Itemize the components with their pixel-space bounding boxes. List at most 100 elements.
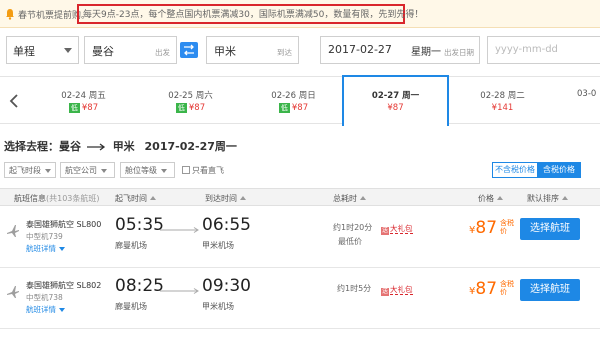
date-tab-0227-selected[interactable]: 02-27 周一 ¥87 [342,75,449,126]
date-tab-0301[interactable]: 03-0 [555,77,600,125]
flight-row: 泰国雄狮航空 SL800 中型机739 航班详情 05:35 廊曼机场 06:5… [0,208,600,268]
date-strip: 02-24 周五 低 ¥87 02-25 周六 低 ¥87 02-26 周日 低 ¥8… [0,75,600,126]
gift-icon: 送 [381,227,389,235]
sort-arrive-time[interactable]: 到达时间 [205,193,246,204]
from-city-value: 曼谷 [92,45,114,58]
low-price-badge: 低 [175,103,187,113]
from-city-input[interactable]: 曼谷 出发 [84,36,177,64]
arrow-right-icon [160,288,199,294]
flight-price: ¥87 [469,279,498,299]
chevron-down-icon [59,308,65,312]
date-label: 02-28 周二 [480,91,525,101]
sort-price[interactable]: 价格 [478,193,503,204]
col-flight-info: 航班信息(共103条航班) [14,194,100,203]
airline-name: 泰国雄狮航空 SL800 [26,220,102,229]
sort-up-icon [497,196,503,200]
low-price-badge: 低 [68,103,80,113]
sort-up-icon [360,196,366,200]
depart-time: 05:35 [115,215,164,235]
depart-date-value: 2017-02-27 [328,43,392,56]
filter-cabin[interactable]: 舱位等级 [120,162,175,178]
bell-icon [6,9,14,20]
depart-time: 08:25 [115,276,164,296]
flight-duration: 约1时5分 [337,284,372,293]
gift-pack-badge[interactable]: 送大礼包 [381,223,413,235]
sort-depart-time[interactable]: 起飞时间 [115,193,156,204]
select-flight-button[interactable]: 选择航班 [520,218,580,240]
date-tab-0228[interactable]: 02-28 周二 ¥141 [449,77,556,125]
flight-detail-link[interactable]: 航班详情 [26,243,65,254]
flight-table-header: 航班信息(共103条航班) 起飞时间 到达时间 总耗时 价格 默认排序 [0,188,600,206]
gift-pack-badge[interactable]: 送大礼包 [381,284,413,296]
date-price: ¥87 [291,103,309,113]
caret-down-icon [161,168,167,173]
tax-inclusive-label: 含税价 [500,280,514,296]
tax-exclusive-button[interactable]: 不含税价格 [493,163,537,177]
route-dest: 甲米 [112,140,135,153]
arrive-airport: 甲米机场 [202,302,234,311]
trip-type-value: 单程 [13,45,35,58]
notice-bar: 春节机票提前购。 每天9点-23点，每个整点国内机票满减30，国际机票满减50，… [0,0,600,28]
low-price-badge: 低 [278,103,290,113]
date-price: ¥87 [81,103,99,113]
caret-down-icon [45,168,51,173]
search-bar: 单程 曼谷 出发 甲米 到达 2017-02-27 星期一 出发日期 yyyy-… [0,36,600,66]
chevron-left-icon[interactable] [8,93,20,109]
flight-row: 泰国雄狮航空 SL802 中型机738 航班详情 08:25 廊曼机场 09:3… [0,269,600,329]
checkbox-icon [182,166,190,174]
chevron-down-icon [59,247,65,251]
flight-duration: 约1时20分 [333,223,373,232]
date-label: 02-27 周一 [371,91,420,101]
direct-only-checkbox[interactable]: 只看直飞 [182,165,224,176]
date-label: 02-24 周五 [61,91,106,101]
route-date: 2017-02-27周一 [144,140,237,153]
filter-airline[interactable]: 航空公司 [60,162,115,178]
from-hint: 出发 [155,48,170,57]
caret-down-icon [101,168,107,173]
date-label: 02-26 周日 [271,91,316,101]
sort-up-icon [240,196,246,200]
trip-type-select[interactable]: 单程 [6,36,79,64]
depart-airport: 廊曼机场 [115,241,147,250]
to-city-value: 甲米 [214,45,236,58]
sort-default[interactable]: 默认排序 [527,193,568,204]
filter-time[interactable]: 起飞时段 [4,162,56,178]
arrow-right-icon [86,143,105,151]
date-price: ¥87 [188,103,206,113]
sort-duration[interactable]: 总耗时 [333,193,366,204]
tax-inclusive-label: 含税价 [500,219,514,235]
arrow-right-icon [160,227,199,233]
aircraft-model: 中型机738 [26,293,63,302]
arrive-airport: 甲米机场 [202,241,234,250]
gift-icon: 送 [381,288,389,296]
return-date-placeholder: yyyy-mm-dd [495,44,558,55]
select-flight-button[interactable]: 选择航班 [520,279,580,301]
airline-name: 泰国雄狮航空 SL802 [26,281,102,290]
swap-cities-icon[interactable] [180,42,198,58]
flight-detail-link[interactable]: 航班详情 [26,304,65,315]
depart-hint: 出发日期 [444,48,474,57]
tax-toggle: 不含税价格 含税价格 [492,162,581,178]
date-tab-0224[interactable]: 02-24 周五 低 ¥87 [30,77,137,125]
date-label: 03-0 [577,89,597,99]
arrive-time: 06:55 [202,215,251,235]
route-prefix: 选择去程：曼谷 [4,140,81,153]
depart-date-input[interactable]: 2017-02-27 星期一 出发日期 [320,36,480,64]
lowest-price-tag: 最低价 [338,237,362,246]
return-date-input[interactable]: yyyy-mm-dd [487,36,600,64]
date-price: ¥141 [491,103,514,113]
date-price: ¥87 [387,103,404,113]
plane-icon [7,225,19,237]
depart-weekday: 星期一 [411,47,441,58]
aircraft-model: 中型机739 [26,232,63,241]
filter-bar: 起飞时段 航空公司 舱位等级 只看直飞 不含税价格 含税价格 [0,162,600,180]
date-tab-0225[interactable]: 02-25 周六 低 ¥87 [137,77,244,125]
sort-up-icon [562,196,568,200]
route-title: 选择去程：曼谷 甲米 2017-02-27周一 [4,138,237,154]
flight-price: ¥87 [469,218,498,238]
tax-inclusive-button[interactable]: 含税价格 [537,163,581,177]
arrive-time: 09:30 [202,276,251,296]
to-city-input[interactable]: 甲米 到达 [206,36,299,64]
caret-down-icon [64,48,72,53]
date-tab-0226[interactable]: 02-26 周日 低 ¥87 [240,77,347,125]
